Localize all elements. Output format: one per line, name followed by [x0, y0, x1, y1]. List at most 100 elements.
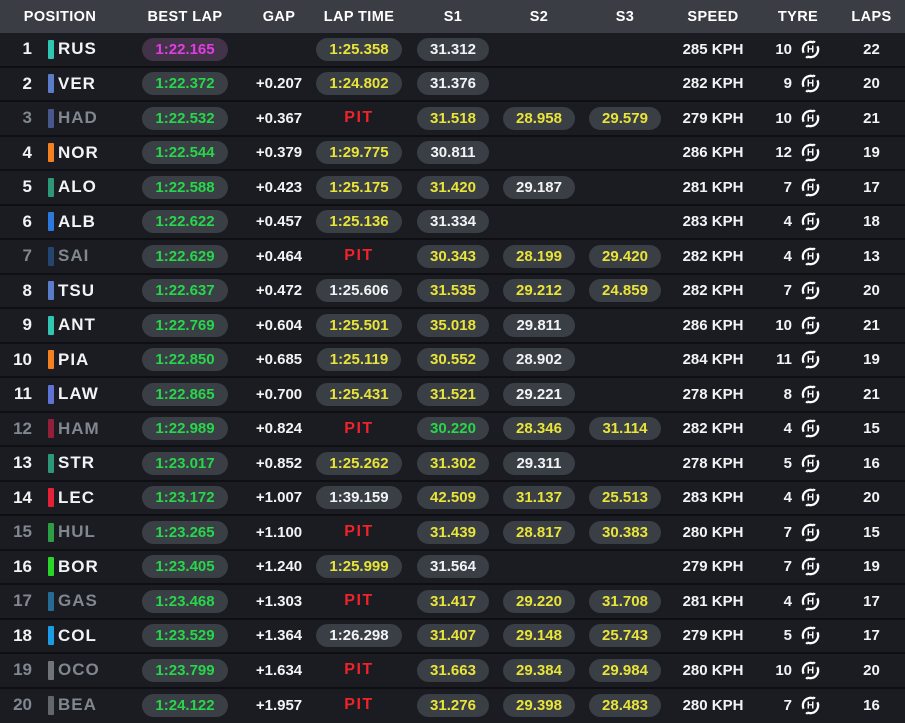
- driver-code: PIA: [58, 350, 120, 370]
- driver-row[interactable]: 5ALO1:22.588+0.4231:25.17531.42029.18728…: [0, 171, 905, 206]
- sector2-cell: 31.137: [496, 486, 582, 509]
- sector1-cell: 31.407: [410, 624, 496, 647]
- team-color-bar: [44, 557, 58, 576]
- sector3-pill: 29.420: [589, 245, 661, 268]
- lap-time-cell: PIT: [308, 523, 410, 541]
- lap-time-pill: 1:29.775: [316, 141, 401, 164]
- sector1-pill: 31.439: [417, 521, 489, 544]
- speed-cell: 285 KPH: [668, 41, 758, 58]
- timing-screen: POSITION BEST LAP GAP LAP TIME S1 S2 S3 …: [0, 0, 905, 723]
- sector3-cell: 30.383: [582, 521, 668, 544]
- driver-code: ANT: [58, 315, 120, 335]
- laps-cell: 21: [838, 317, 905, 334]
- driver-row[interactable]: 14LEC1:23.172+1.0071:39.15942.50931.1372…: [0, 482, 905, 517]
- team-color-bar: [44, 247, 58, 266]
- lap-time-cell: 1:25.999: [308, 555, 410, 578]
- svg-text:H: H: [807, 424, 814, 435]
- sector1-pill: 31.276: [417, 694, 489, 717]
- position-number: 19: [0, 660, 44, 680]
- team-color-bar: [44, 419, 58, 438]
- driver-row[interactable]: 16BOR1:23.405+1.2401:25.99931.564279 KPH…: [0, 551, 905, 586]
- lap-time-cell: 1:25.606: [308, 279, 410, 302]
- sector2-cell: 29.384: [496, 659, 582, 682]
- best-lap-pill: 1:22.165: [142, 38, 227, 61]
- tyre-age: 10: [774, 662, 792, 679]
- sector2-pill: 29.187: [503, 176, 575, 199]
- tyre-age: 7: [774, 524, 792, 541]
- column-header-s3: S3: [582, 9, 668, 25]
- position-number: 8: [0, 281, 44, 301]
- driver-code: BEA: [58, 695, 120, 715]
- position-number: 16: [0, 557, 44, 577]
- sector1-cell: 35.018: [410, 314, 496, 337]
- hard-tyre-icon: H: [799, 245, 822, 268]
- position-number: 13: [0, 453, 44, 473]
- driver-row[interactable]: 9ANT1:22.769+0.6041:25.50135.01829.81128…: [0, 309, 905, 344]
- speed-cell: 280 KPH: [668, 524, 758, 541]
- driver-row[interactable]: 13STR1:23.017+0.8521:25.26231.30229.3112…: [0, 447, 905, 482]
- driver-row[interactable]: 17GAS1:23.468+1.303PIT31.41729.22031.708…: [0, 585, 905, 620]
- svg-text:H: H: [807, 182, 814, 193]
- tyre-cell: 10H: [758, 38, 838, 61]
- driver-row[interactable]: 4NOR1:22.544+0.3791:29.77530.811286 KPH1…: [0, 137, 905, 172]
- gap-cell: +1.100: [250, 524, 308, 541]
- position-number: 11: [0, 384, 44, 404]
- laps-cell: 17: [838, 179, 905, 196]
- driver-code: ALB: [58, 212, 120, 232]
- sector1-pill: 30.811: [417, 141, 488, 164]
- best-lap-pill: 1:22.622: [142, 210, 227, 233]
- position-number: 2: [0, 74, 44, 94]
- driver-row[interactable]: 20BEA1:24.122+1.957PIT31.27629.39828.483…: [0, 689, 905, 722]
- sector3-cell: 25.743: [582, 624, 668, 647]
- driver-code: STR: [58, 453, 120, 473]
- driver-row[interactable]: 3HAD1:22.532+0.367PIT31.51828.95829.5792…: [0, 102, 905, 137]
- sector2-pill: 28.958: [503, 107, 575, 130]
- speed-cell: 282 KPH: [668, 282, 758, 299]
- team-color-bar: [44, 316, 58, 335]
- driver-row[interactable]: 8TSU1:22.637+0.4721:25.60631.53529.21224…: [0, 275, 905, 310]
- driver-row[interactable]: 12HAM1:22.989+0.824PIT30.22028.34631.114…: [0, 413, 905, 448]
- pit-status-label: PIT: [344, 592, 373, 609]
- driver-row[interactable]: 19OCO1:23.799+1.634PIT31.66329.38429.984…: [0, 654, 905, 689]
- team-color-bar: [44, 178, 58, 197]
- driver-row[interactable]: 2VER1:22.372+0.2071:24.80231.376282 KPH9…: [0, 68, 905, 103]
- column-header-gap: GAP: [250, 9, 308, 25]
- tyre-cell: 10H: [758, 314, 838, 337]
- team-color-bar: [44, 143, 58, 162]
- sector1-cell: 30.811: [410, 141, 496, 164]
- lap-time-cell: 1:25.175: [308, 176, 410, 199]
- team-color-bar: [44, 281, 58, 300]
- tyre-age: 11: [774, 351, 792, 368]
- sector3-cell: 24.859: [582, 279, 668, 302]
- best-lap-cell: 1:23.799: [120, 659, 250, 682]
- sector2-cell: 28.902: [496, 348, 582, 371]
- best-lap-cell: 1:22.532: [120, 107, 250, 130]
- driver-row[interactable]: 1RUS1:22.1651:25.35831.312285 KPH10H22: [0, 33, 905, 68]
- driver-row[interactable]: 18COL1:23.529+1.3641:26.29831.40729.1482…: [0, 620, 905, 655]
- sector2-pill: 29.311: [503, 452, 574, 475]
- sector1-cell: 31.535: [410, 279, 496, 302]
- laps-cell: 20: [838, 489, 905, 506]
- hard-tyre-icon: H: [799, 452, 822, 475]
- sector1-cell: 30.343: [410, 245, 496, 268]
- best-lap-cell: 1:22.629: [120, 245, 250, 268]
- driver-row[interactable]: 6ALB1:22.622+0.4571:25.13631.334283 KPH4…: [0, 206, 905, 241]
- laps-cell: 20: [838, 282, 905, 299]
- speed-cell: 280 KPH: [668, 697, 758, 714]
- tyre-age: 4: [774, 593, 792, 610]
- svg-text:H: H: [807, 217, 814, 228]
- tyre-age: 10: [774, 317, 792, 334]
- driver-row[interactable]: 15HUL1:23.265+1.100PIT31.43928.81730.383…: [0, 516, 905, 551]
- lap-time-pill: 1:26.298: [316, 624, 401, 647]
- sector1-pill: 31.417: [417, 590, 489, 613]
- driver-row[interactable]: 7SAI1:22.629+0.464PIT30.34328.19929.4202…: [0, 240, 905, 275]
- sector2-pill: 28.199: [503, 245, 575, 268]
- pit-status-label: PIT: [344, 661, 373, 678]
- driver-row[interactable]: 10PIA1:22.850+0.6851:25.11930.55228.9022…: [0, 344, 905, 379]
- driver-row[interactable]: 11LAW1:22.865+0.7001:25.43131.52129.2212…: [0, 378, 905, 413]
- sector1-cell: 31.417: [410, 590, 496, 613]
- svg-text:H: H: [807, 148, 814, 159]
- sector1-cell: 30.220: [410, 417, 496, 440]
- tyre-age: 7: [774, 697, 792, 714]
- speed-cell: 279 KPH: [668, 627, 758, 644]
